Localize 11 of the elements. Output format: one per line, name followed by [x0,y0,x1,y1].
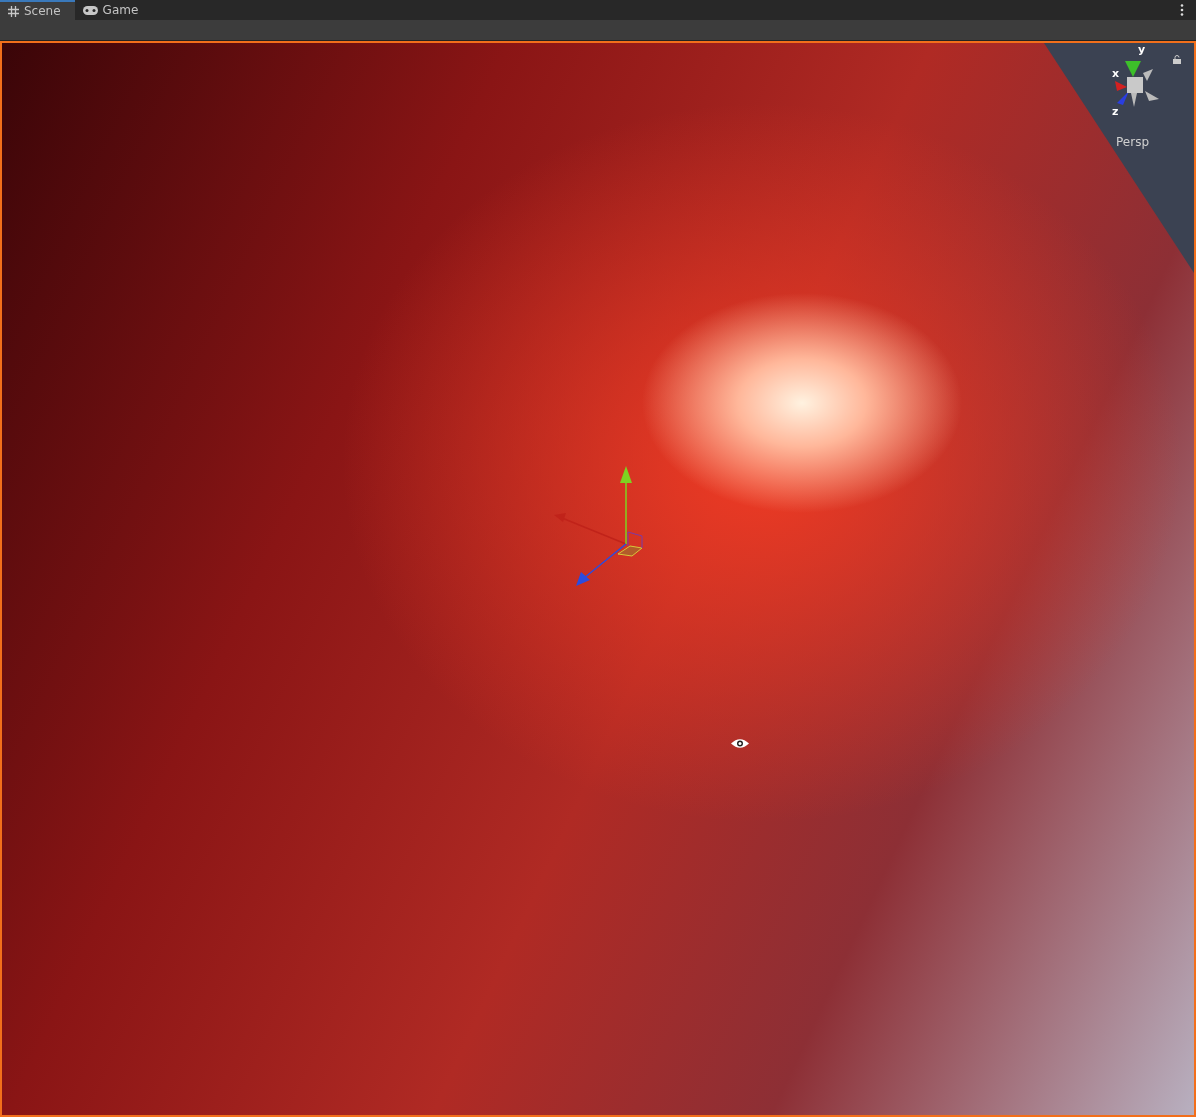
grid-icon [8,5,19,17]
tab[interactable]: Game [74,0,153,20]
tab[interactable]: Scene [0,0,75,20]
menu-icon[interactable] [1180,4,1184,16]
eye-icon [731,738,749,749]
gamepad-icon [82,5,98,15]
axis-label: x [1112,67,1120,80]
projection-toggle[interactable]: Persp [1116,135,1149,149]
axis-label: z [1112,105,1119,118]
axis-label: y [1138,43,1146,56]
lock-icon[interactable] [1173,55,1181,64]
